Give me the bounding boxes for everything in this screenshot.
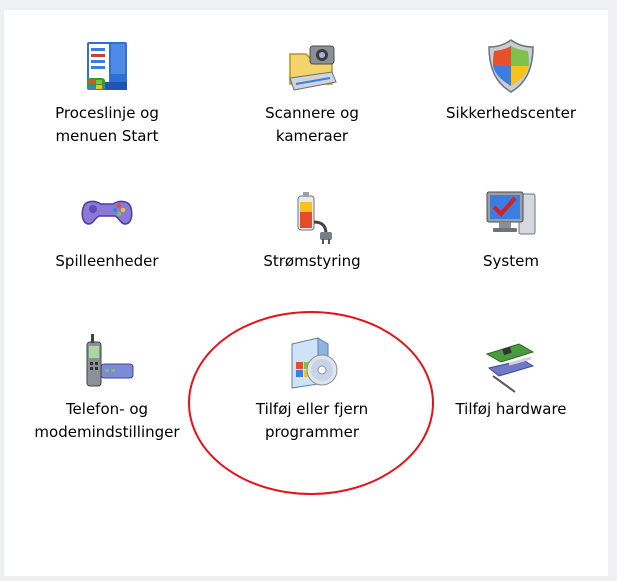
item-add-remove-programs[interactable]: Tilføj eller fjern programmer	[210, 330, 414, 444]
item-label: Proceslinje og menuen Start	[55, 104, 159, 145]
item-system[interactable]: System	[414, 182, 608, 273]
item-add-hardware[interactable]: Tilføj hardware	[414, 330, 608, 421]
scanner-camera-icon	[289, 45, 337, 91]
item-label: Scannere og kameraer	[265, 104, 359, 145]
taskbar-start-icon	[87, 42, 127, 90]
item-label: Sikkerhedscenter	[446, 104, 576, 122]
security-shield-icon	[488, 39, 534, 93]
system-monitor-icon	[486, 191, 536, 235]
item-label: Telefon- og modemindstillinger	[34, 400, 180, 441]
item-phone-modem[interactable]: Telefon- og modemindstillinger	[4, 330, 210, 444]
add-hardware-icon	[485, 343, 535, 393]
item-label: Tilføj hardware	[455, 400, 567, 418]
item-label: Spilleenheder	[55, 252, 159, 270]
item-power-options[interactable]: Strømstyring	[210, 182, 414, 273]
item-label: Strømstyring	[263, 252, 361, 270]
item-game-controllers[interactable]: Spilleenheder	[4, 182, 210, 273]
item-taskbar-start[interactable]: Proceslinje og menuen Start	[4, 34, 210, 148]
item-label: Tilføj eller fjern programmer	[255, 400, 369, 441]
item-label: System	[483, 252, 539, 270]
add-remove-programs-icon	[291, 337, 338, 389]
control-panel-content: Proceslinje og menuen Start Scannere og ka…	[4, 10, 608, 576]
item-security-center[interactable]: Sikkerhedscenter	[414, 34, 608, 125]
power-options-icon	[297, 192, 332, 244]
phone-modem-icon	[86, 334, 134, 387]
gamepad-icon	[81, 200, 133, 225]
item-scanners-cameras[interactable]: Scannere og kameraer	[210, 34, 414, 148]
